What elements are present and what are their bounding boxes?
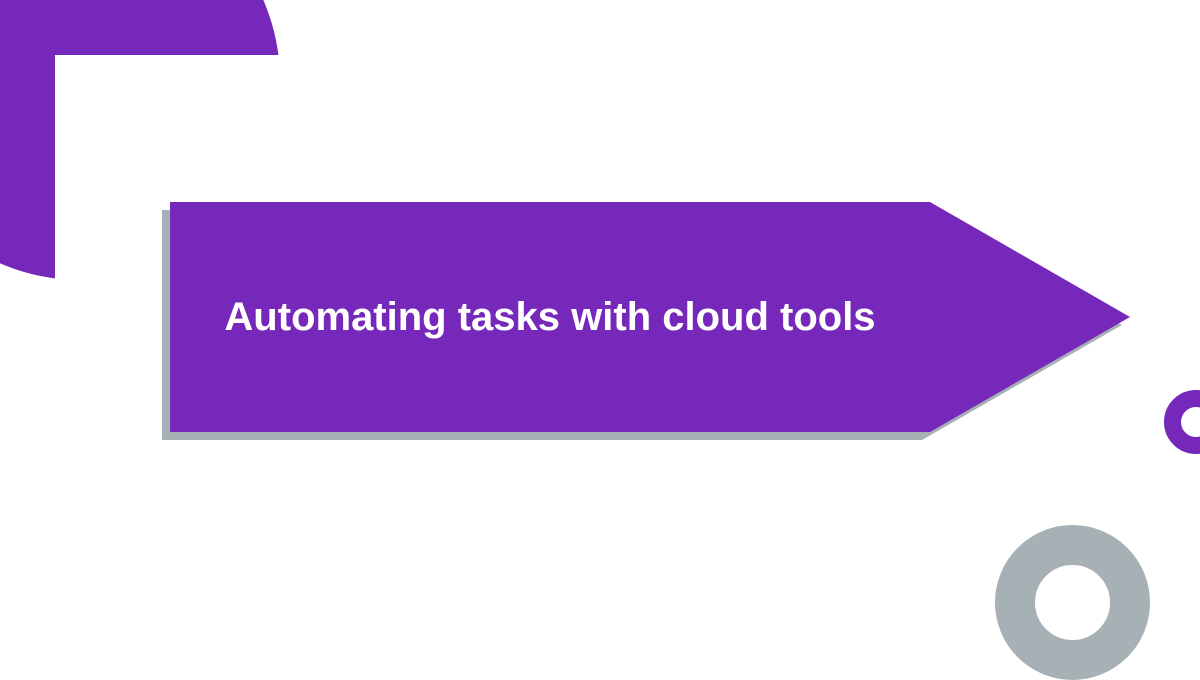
- title-text: Automating tasks with cloud tools: [170, 202, 930, 432]
- purple-ring-decoration: [1164, 390, 1200, 454]
- title-arrow-banner: Automating tasks with cloud tools: [170, 202, 1130, 432]
- gray-ring-decoration: [995, 525, 1150, 680]
